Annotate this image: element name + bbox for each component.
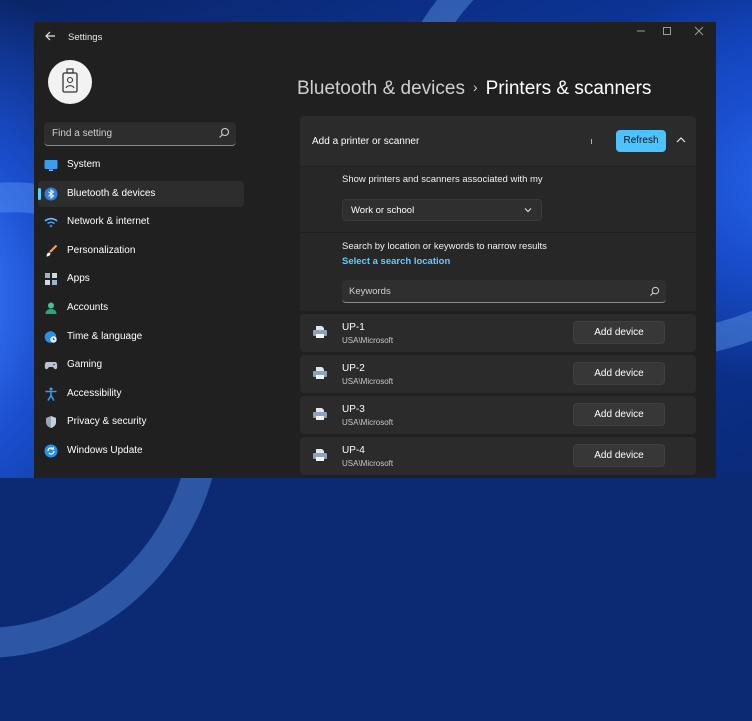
sidebar-item-system[interactable]: System [38, 152, 244, 178]
printer-icon [312, 366, 328, 380]
page-title: Printers & scanners [486, 78, 652, 99]
breadcrumb-separator: › [473, 79, 478, 95]
printer-icon [312, 448, 328, 462]
close-icon [694, 26, 704, 36]
avatar[interactable] [48, 60, 92, 104]
apps-icon [44, 272, 58, 286]
divider [300, 232, 696, 233]
keywords-placeholder: Keywords [349, 286, 391, 297]
minimize-button[interactable] [630, 26, 652, 42]
search-description: Search by location or keywords to narrow… [342, 241, 547, 252]
id-badge-icon [48, 60, 92, 104]
dropdown-value: Work or school [351, 205, 414, 216]
search-placeholder: Find a setting [52, 128, 112, 139]
sidebar-item-label: Network & internet [67, 216, 149, 227]
breadcrumb: Bluetooth & devices › Printers & scanners [297, 78, 651, 100]
add-device-button[interactable]: Add device [573, 321, 665, 344]
search-icon[interactable] [218, 127, 230, 139]
sidebar-nav: System Bluetooth & devices Network & int… [38, 152, 244, 467]
close-button[interactable] [688, 26, 710, 42]
printer-icon [312, 325, 328, 339]
title-bar: Settings [34, 22, 716, 54]
association-dropdown[interactable]: Work or school [342, 199, 542, 221]
sidebar-item-time-language[interactable]: Time & language [38, 324, 244, 350]
settings-window: Settings Find a setting System Bl [34, 22, 716, 478]
printer-name: UP-4 [342, 445, 365, 456]
gamepad-icon [44, 358, 58, 372]
minimize-icon [636, 26, 646, 36]
accessibility-icon [44, 387, 58, 401]
printer-row-up-1: UP-1 USA\Microsoft Add device [300, 314, 696, 352]
sidebar-item-label: Windows Update [67, 445, 143, 456]
printer-row-up-4: UP-4 USA\Microsoft Add device [300, 437, 696, 475]
printer-row-up-2: UP-2 USA\Microsoft Add device [300, 355, 696, 393]
back-button[interactable] [42, 30, 58, 46]
add-device-button[interactable]: Add device [573, 444, 665, 467]
add-device-button[interactable]: Add device [573, 362, 665, 385]
add-printer-header[interactable]: Add a printer or scanner Refresh [300, 116, 696, 166]
printer-location: USA\Microsoft [342, 377, 393, 386]
printer-name: UP-3 [342, 404, 365, 415]
sidebar-item-accessibility[interactable]: Accessibility [38, 381, 244, 407]
printer-name: UP-1 [342, 322, 365, 333]
sidebar-item-label: Accessibility [67, 388, 121, 399]
sidebar-item-windows-update[interactable]: Windows Update [38, 438, 244, 464]
sidebar-item-label: Personalization [67, 245, 135, 256]
chevron-up-icon[interactable] [674, 133, 688, 147]
refresh-button[interactable]: Refresh [616, 130, 666, 152]
add-device-button[interactable]: Add device [573, 403, 665, 426]
show-associated-label: Show printers and scanners associated wi… [342, 174, 543, 185]
sidebar-item-label: Apps [67, 273, 90, 284]
printer-row-up-3: UP-3 USA\Microsoft Add device [300, 396, 696, 434]
sidebar-item-personalization[interactable]: Personalization [38, 238, 244, 264]
sidebar-item-label: Time & language [67, 331, 142, 342]
printer-icon [312, 407, 328, 421]
keywords-input[interactable]: Keywords [342, 280, 666, 303]
sidebar-item-accounts[interactable]: Accounts [38, 295, 244, 321]
printer-location: USA\Microsoft [342, 336, 393, 345]
select-location-link[interactable]: Select a search location [342, 256, 450, 267]
find-setting-search[interactable]: Find a setting [44, 122, 236, 146]
globe-clock-icon [44, 330, 58, 344]
breadcrumb-parent[interactable]: Bluetooth & devices [297, 78, 465, 99]
sidebar-item-apps[interactable]: Apps [38, 266, 244, 292]
sidebar-item-label: Accounts [67, 302, 108, 313]
sidebar-item-label: Gaming [67, 359, 102, 370]
sidebar-item-network[interactable]: Network & internet [38, 209, 244, 235]
sidebar-item-label: Privacy & security [67, 416, 146, 427]
sidebar-item-privacy-security[interactable]: Privacy & security [38, 409, 244, 435]
chevron-down-icon [523, 205, 533, 215]
arrow-left-icon [44, 30, 56, 42]
search-icon[interactable] [649, 286, 660, 297]
app-title: Settings [68, 32, 102, 43]
paintbrush-icon [44, 244, 58, 258]
sidebar-item-gaming[interactable]: Gaming [38, 352, 244, 378]
sidebar-item-label: System [67, 159, 100, 170]
maximize-icon [662, 26, 672, 36]
loading-indicator [591, 139, 592, 144]
bluetooth-icon [44, 187, 58, 201]
maximize-button[interactable] [656, 26, 678, 42]
printer-location: USA\Microsoft [342, 418, 393, 427]
add-printer-body: Show printers and scanners associated wi… [300, 167, 696, 311]
shield-icon [44, 415, 58, 429]
sidebar-item-bluetooth-devices[interactable]: Bluetooth & devices [38, 181, 244, 207]
wifi-icon [44, 215, 58, 229]
sidebar-item-label: Bluetooth & devices [67, 188, 155, 199]
monitor-icon [44, 158, 58, 172]
printer-location: USA\Microsoft [342, 459, 393, 468]
person-icon [44, 301, 58, 315]
active-indicator [38, 188, 41, 200]
add-printer-title: Add a printer or scanner [312, 136, 419, 147]
update-icon [44, 444, 58, 458]
printer-name: UP-2 [342, 363, 365, 374]
